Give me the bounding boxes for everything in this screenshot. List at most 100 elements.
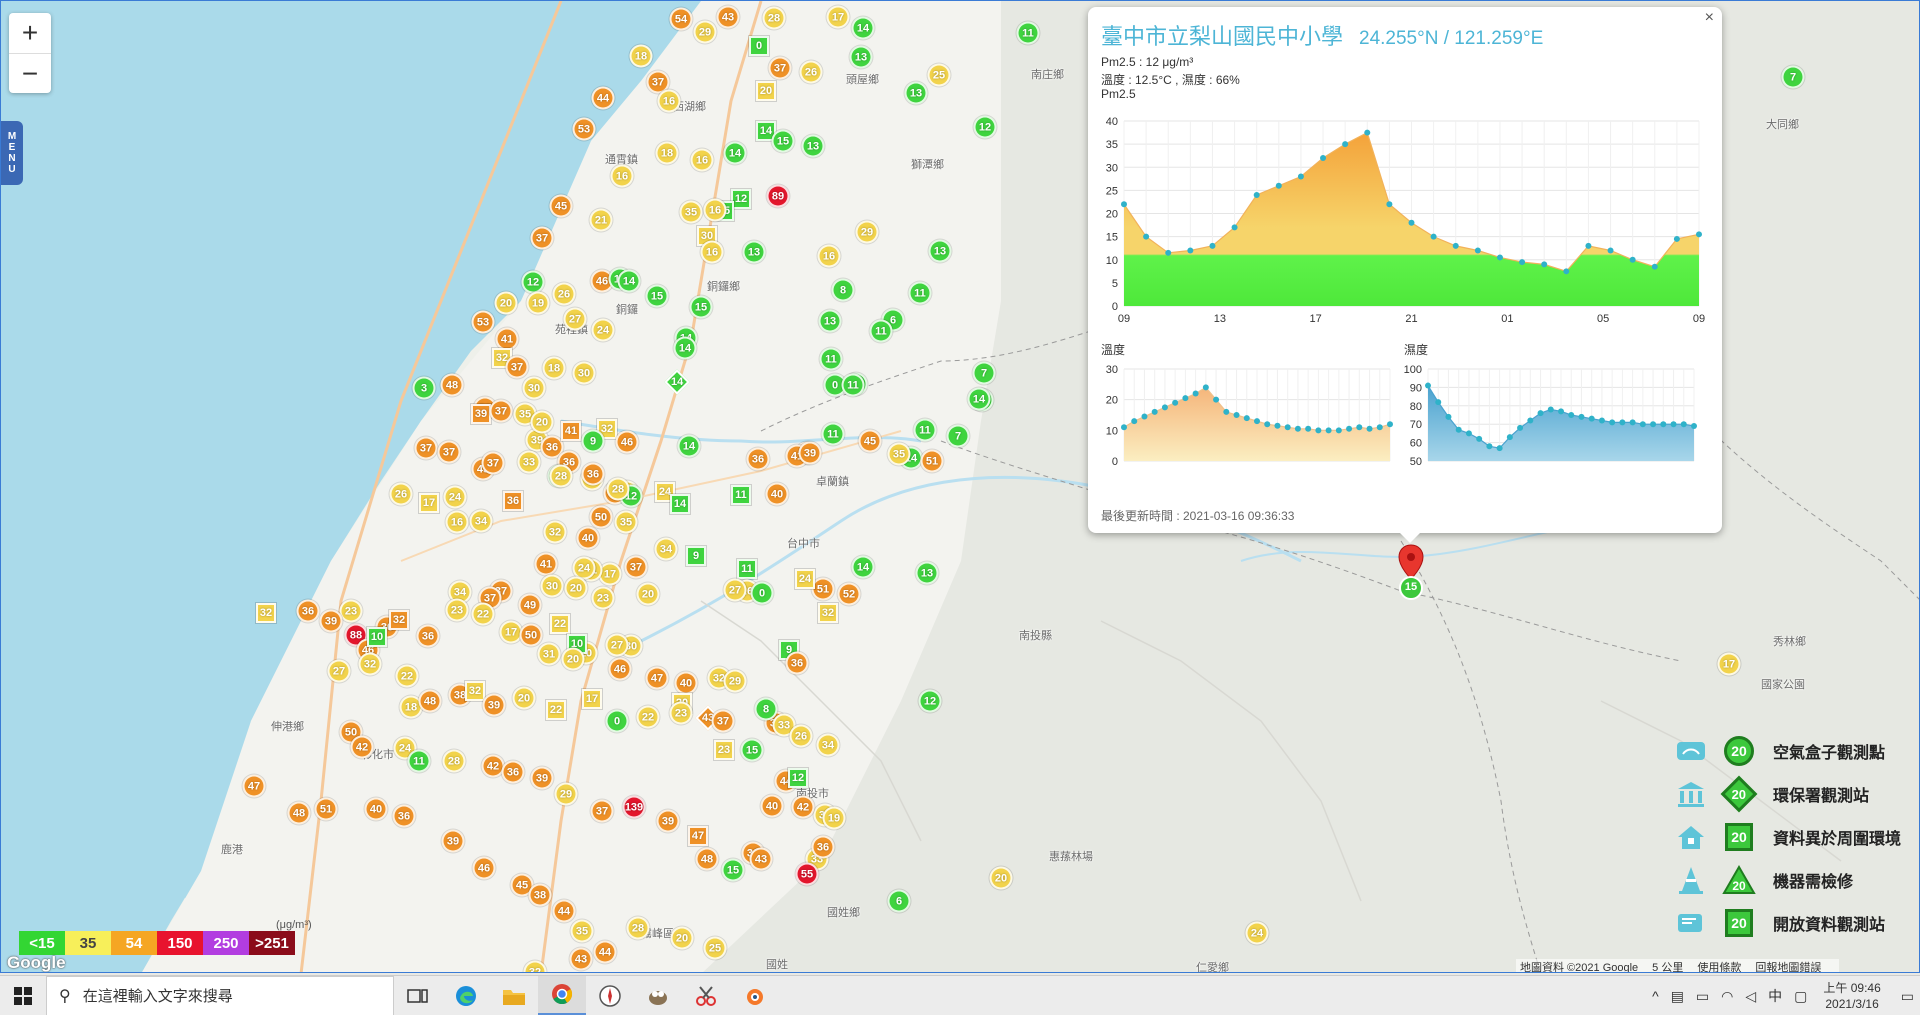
station-marker[interactable]: 48 bbox=[695, 847, 719, 871]
station-marker[interactable]: 20 bbox=[636, 582, 660, 606]
station-marker[interactable]: 50 bbox=[519, 623, 543, 647]
station-marker[interactable]: 45 bbox=[858, 429, 882, 453]
station-marker[interactable]: 16 bbox=[610, 164, 634, 188]
station-marker[interactable]: 26 bbox=[799, 60, 823, 84]
zoom-in-button[interactable]: + bbox=[9, 13, 51, 53]
station-marker[interactable]: 42 bbox=[350, 735, 374, 759]
station-marker[interactable]: 36 bbox=[501, 760, 525, 784]
station-marker[interactable]: 51 bbox=[314, 797, 338, 821]
station-marker[interactable]: 55 bbox=[795, 862, 819, 886]
station-marker[interactable]: 36 bbox=[416, 624, 440, 648]
station-marker[interactable]: 19 bbox=[526, 291, 550, 315]
station-marker[interactable]: 7 bbox=[946, 424, 970, 448]
station-marker[interactable]: 40 bbox=[765, 482, 789, 506]
station-marker[interactable]: 16 bbox=[657, 89, 681, 113]
station-marker[interactable]: 25 bbox=[703, 936, 727, 960]
station-marker[interactable]: 40 bbox=[364, 797, 388, 821]
station-marker[interactable]: 26 bbox=[789, 724, 813, 748]
station-marker[interactable]: 11 bbox=[908, 281, 932, 305]
station-marker[interactable]: 11 bbox=[407, 749, 431, 773]
station-marker[interactable]: 43 bbox=[569, 947, 593, 971]
station-marker[interactable]: 18 bbox=[629, 44, 653, 68]
station-marker[interactable]: 16 bbox=[700, 240, 724, 264]
station-marker[interactable]: 17 bbox=[419, 493, 439, 513]
station-marker[interactable]: 37 bbox=[481, 451, 505, 475]
station-marker[interactable]: 35 bbox=[679, 200, 703, 224]
station-marker[interactable]: 39 bbox=[530, 766, 554, 790]
station-marker[interactable]: 36 bbox=[581, 462, 605, 486]
station-marker[interactable]: 24 bbox=[443, 485, 467, 509]
station-marker[interactable]: 47 bbox=[242, 774, 266, 798]
station-marker[interactable]: 21 bbox=[589, 208, 613, 232]
station-marker[interactable]: 32 bbox=[389, 610, 409, 630]
station-marker[interactable]: 39 bbox=[441, 829, 465, 853]
station-marker[interactable]: 51 bbox=[920, 449, 944, 473]
station-marker[interactable]: 22 bbox=[550, 614, 570, 634]
station-marker[interactable]: 53 bbox=[572, 117, 596, 141]
station-marker[interactable]: 42 bbox=[791, 795, 815, 819]
station-marker[interactable]: 24 bbox=[1245, 921, 1269, 945]
station-marker[interactable]: 39 bbox=[656, 809, 680, 833]
battery-icon[interactable]: ▭ bbox=[1696, 988, 1709, 1005]
station-marker[interactable]: 43 bbox=[749, 847, 773, 871]
attribution-item[interactable]: 地圖資料 ©2021 Google bbox=[1520, 962, 1638, 972]
station-marker[interactable]: 27 bbox=[327, 659, 351, 683]
station-marker[interactable]: 34 bbox=[469, 509, 493, 533]
station-marker[interactable]: 36 bbox=[746, 447, 770, 471]
zoom-out-button[interactable]: − bbox=[9, 53, 51, 93]
station-marker[interactable]: 37 bbox=[489, 399, 513, 423]
station-marker[interactable]: 35 bbox=[570, 919, 594, 943]
station-marker[interactable]: 13 bbox=[915, 561, 939, 585]
station-marker[interactable]: 34 bbox=[654, 537, 678, 561]
station-marker[interactable]: 22 bbox=[471, 602, 495, 626]
station-marker[interactable]: 11 bbox=[1016, 21, 1040, 45]
map-canvas[interactable]: 南庄鄉頭屋鄉西湖鄉獅潭鄉大同鄉銅鑼鄉苑裡鎮卓蘭鎮台中市南投縣惠蓀林場國姓鄉仁愛鄉… bbox=[0, 0, 1920, 973]
station-marker[interactable]: 44 bbox=[593, 940, 617, 964]
station-marker[interactable]: 20 bbox=[670, 926, 694, 950]
station-marker[interactable]: 37 bbox=[768, 56, 792, 80]
station-marker[interactable]: 8 bbox=[831, 278, 855, 302]
station-marker[interactable]: 15 bbox=[689, 295, 713, 319]
station-marker[interactable]: 17 bbox=[1717, 652, 1741, 676]
station-marker[interactable]: 29 bbox=[554, 782, 578, 806]
station-marker[interactable]: 11 bbox=[737, 559, 757, 579]
station-marker[interactable]: 22 bbox=[636, 705, 660, 729]
tray-expand-button[interactable]: ^ bbox=[1652, 988, 1659, 1004]
station-marker[interactable]: 44 bbox=[552, 899, 576, 923]
station-marker[interactable]: 7 bbox=[1781, 65, 1805, 89]
station-marker[interactable]: 14 bbox=[617, 269, 641, 293]
station-marker[interactable]: 13 bbox=[849, 45, 873, 69]
station-marker[interactable]: 9 bbox=[686, 546, 706, 566]
station-marker[interactable]: 11 bbox=[841, 373, 865, 397]
station-marker[interactable]: 31 bbox=[537, 642, 561, 666]
station-marker[interactable]: 20 bbox=[494, 291, 518, 315]
station-marker[interactable]: 37 bbox=[624, 555, 648, 579]
attribution-item[interactable]: 回報地圖錯誤 bbox=[1755, 962, 1821, 972]
station-marker[interactable]: 36 bbox=[811, 835, 835, 859]
station-marker[interactable]: 50 bbox=[589, 505, 613, 529]
station-marker[interactable]: 48 bbox=[418, 689, 442, 713]
station-marker[interactable]: 36 bbox=[392, 804, 416, 828]
station-marker[interactable]: 37 bbox=[437, 440, 461, 464]
station-marker[interactable]: 29 bbox=[723, 669, 747, 693]
station-marker[interactable]: 37 bbox=[414, 436, 438, 460]
station-marker[interactable]: 16 bbox=[690, 148, 714, 172]
station-marker[interactable]: 23 bbox=[339, 599, 363, 623]
start-button[interactable] bbox=[0, 976, 46, 1015]
station-marker[interactable]: 15 bbox=[721, 858, 745, 882]
popup-close-button[interactable]: × bbox=[1705, 9, 1714, 27]
station-marker[interactable]: 23 bbox=[591, 586, 615, 610]
station-marker[interactable]: 13 bbox=[904, 81, 928, 105]
volume-icon[interactable]: ◁ bbox=[1745, 988, 1756, 1005]
station-marker[interactable]: 37 bbox=[505, 355, 529, 379]
station-marker[interactable]: 36 bbox=[296, 599, 320, 623]
station-marker[interactable]: 14 bbox=[723, 141, 747, 165]
station-marker[interactable]: 14 bbox=[670, 494, 690, 514]
station-marker[interactable]: 20 bbox=[561, 647, 585, 671]
selected-location-pin[interactable]: 15 bbox=[1396, 543, 1426, 606]
station-marker[interactable]: 18 bbox=[542, 356, 566, 380]
station-marker[interactable]: 29 bbox=[855, 220, 879, 244]
station-marker[interactable]: 0 bbox=[605, 709, 629, 733]
edge-app[interactable] bbox=[442, 976, 490, 1015]
station-marker[interactable]: 15 bbox=[771, 129, 795, 153]
